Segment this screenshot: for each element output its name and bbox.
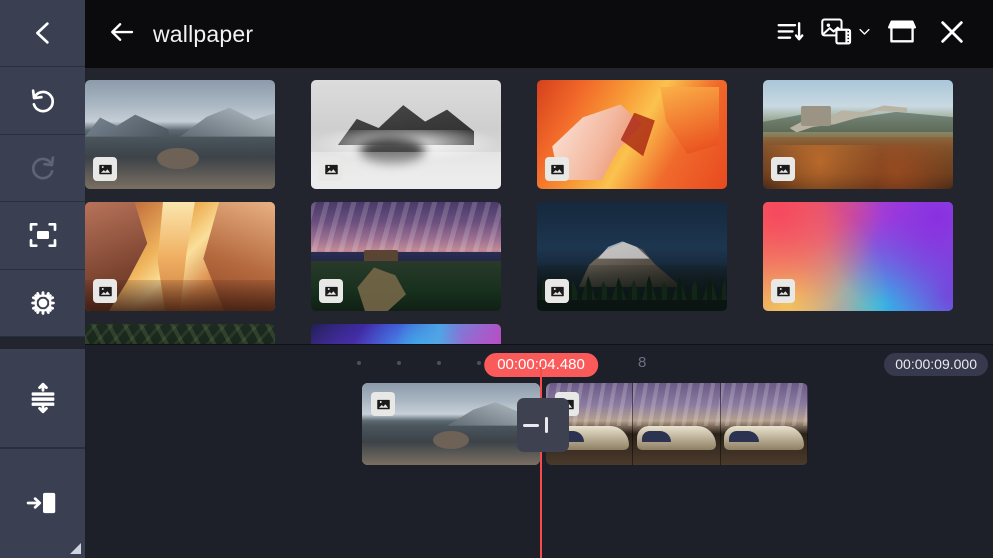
timeline-clip-lake[interactable] [362,383,540,465]
sidebar-item-redo[interactable] [0,135,85,202]
ruler-tick [437,361,441,365]
media-type-badge [93,157,117,181]
media-type-button[interactable] [817,11,875,57]
film-frame [721,383,808,465]
sidebar-item-undo[interactable] [0,67,85,134]
chevron-down-icon [857,24,872,44]
media-item-great-wall-autumn[interactable] [763,80,953,189]
clip-type-badge [371,392,395,416]
video-editor-window: wallpaper [0,0,993,558]
timeline-clip-car[interactable] [546,383,808,465]
thumbnail-art [85,324,275,344]
media-item-dark-foliage[interactable] [85,324,275,344]
timeline-ruler[interactable]: 8 00:00:04.480 00:00:09.000 [85,345,993,383]
clip-filmstrip [546,383,808,465]
ruler-tick [477,361,481,365]
arrow-left-icon [107,17,137,52]
close-button[interactable] [929,11,975,57]
left-toolbar [0,0,85,558]
sort-button[interactable] [767,11,813,57]
media-item-half-dome-night[interactable] [537,202,727,311]
store-button[interactable] [879,11,925,57]
media-type-badge [319,157,343,181]
image-icon [776,284,791,299]
media-item-blue-purple-gradient[interactable] [311,324,501,344]
sidebar-item-fit-screen[interactable] [0,202,85,269]
ruler-tick [357,361,361,365]
media-browser-grid[interactable] [85,68,993,344]
media-type-badge [771,279,795,303]
gear-icon [27,287,59,319]
media-type-badge [771,157,795,181]
film-frame [633,383,720,465]
image-icon [324,284,339,299]
media-item-orange-canyon[interactable] [537,80,727,189]
sort-descending-icon [775,17,805,52]
header-actions [767,11,975,57]
chevron-left-icon [28,18,58,48]
media-item-great-wall-twilight[interactable] [311,202,501,311]
fit-screen-icon [27,219,59,251]
ruler-tick [397,361,401,365]
media-item-rainbow-gradient[interactable] [763,202,953,311]
media-item-slot-canyon[interactable] [85,202,275,311]
image-icon [98,162,113,177]
image-icon [776,162,791,177]
timeline-panel[interactable]: 8 00:00:04.480 00:00:09.000 [85,344,993,558]
transition-button-right[interactable] [543,398,569,452]
media-type-badge [545,157,569,181]
image-icon [550,162,565,177]
media-type-badge [93,279,117,303]
image-icon [550,284,565,299]
image-icon [324,162,339,177]
distribute-vertical-icon [26,381,60,415]
sidebar-item-back[interactable] [0,0,85,67]
timeline-track[interactable] [85,383,993,469]
redo-icon [27,152,59,184]
export-icon [24,486,62,520]
media-type-badge [545,279,569,303]
image-video-icon [820,16,854,53]
media-browser-header: wallpaper [85,0,993,68]
media-item-lake-mountains[interactable] [85,80,275,189]
undo-icon [27,85,59,117]
store-icon [886,17,918,52]
media-type-badge [319,279,343,303]
image-icon [376,397,391,412]
transition-button-left[interactable] [517,398,543,452]
sidebar-item-distribute[interactable] [0,349,85,448]
thumbnail-grid [85,80,993,344]
page-title: wallpaper [153,21,253,48]
header-back-button[interactable] [99,11,145,57]
sidebar-divider [0,337,85,349]
ruler-time-label: 8 [638,354,646,371]
media-item-misty-mountains-bw[interactable] [311,80,501,189]
total-duration-badge: 00:00:09.000 [884,353,988,376]
playhead[interactable] [540,367,542,558]
sidebar-item-export[interactable] [0,449,85,558]
thumbnail-art [311,324,501,344]
main-area: wallpaper [85,0,993,558]
panel-resize-handle[interactable] [70,543,81,554]
close-icon [936,16,968,53]
sidebar-item-settings[interactable] [0,270,85,337]
image-icon [98,284,113,299]
